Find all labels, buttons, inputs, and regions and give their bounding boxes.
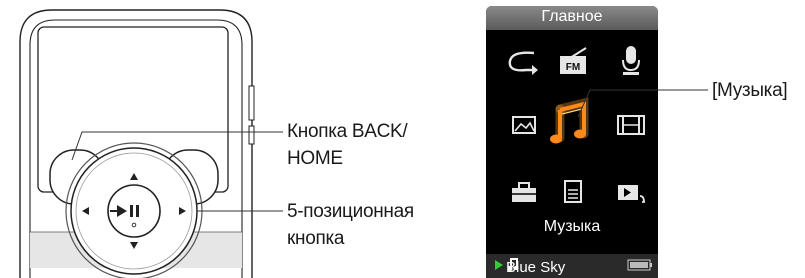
- fm-badge-text: FM: [566, 62, 580, 73]
- music-callout: [Музыка]: [712, 80, 788, 101]
- photo-icon[interactable]: [512, 116, 536, 134]
- back-home-callout-line2: HOME: [287, 148, 343, 169]
- microphone-icon[interactable]: [622, 46, 640, 75]
- menu-icon-grid: FM: [486, 46, 658, 278]
- selected-item-label: Музыка: [543, 218, 601, 235]
- now-playing-track: Blue Sky: [506, 259, 566, 276]
- five-way-callout-line1: 5-позиционная: [287, 201, 414, 222]
- document-icon[interactable]: [564, 180, 582, 203]
- back-home-callout-line1: Кнопка BACK/: [287, 121, 408, 142]
- five-way-callout-line2: кнопка: [287, 228, 345, 249]
- music-leader-line: [577, 89, 708, 118]
- now-playing-icon[interactable]: [618, 185, 645, 203]
- settings-toolbox-icon[interactable]: [512, 182, 536, 202]
- fm-radio-icon[interactable]: FM: [560, 47, 587, 74]
- shuffle-icon[interactable]: [508, 51, 538, 75]
